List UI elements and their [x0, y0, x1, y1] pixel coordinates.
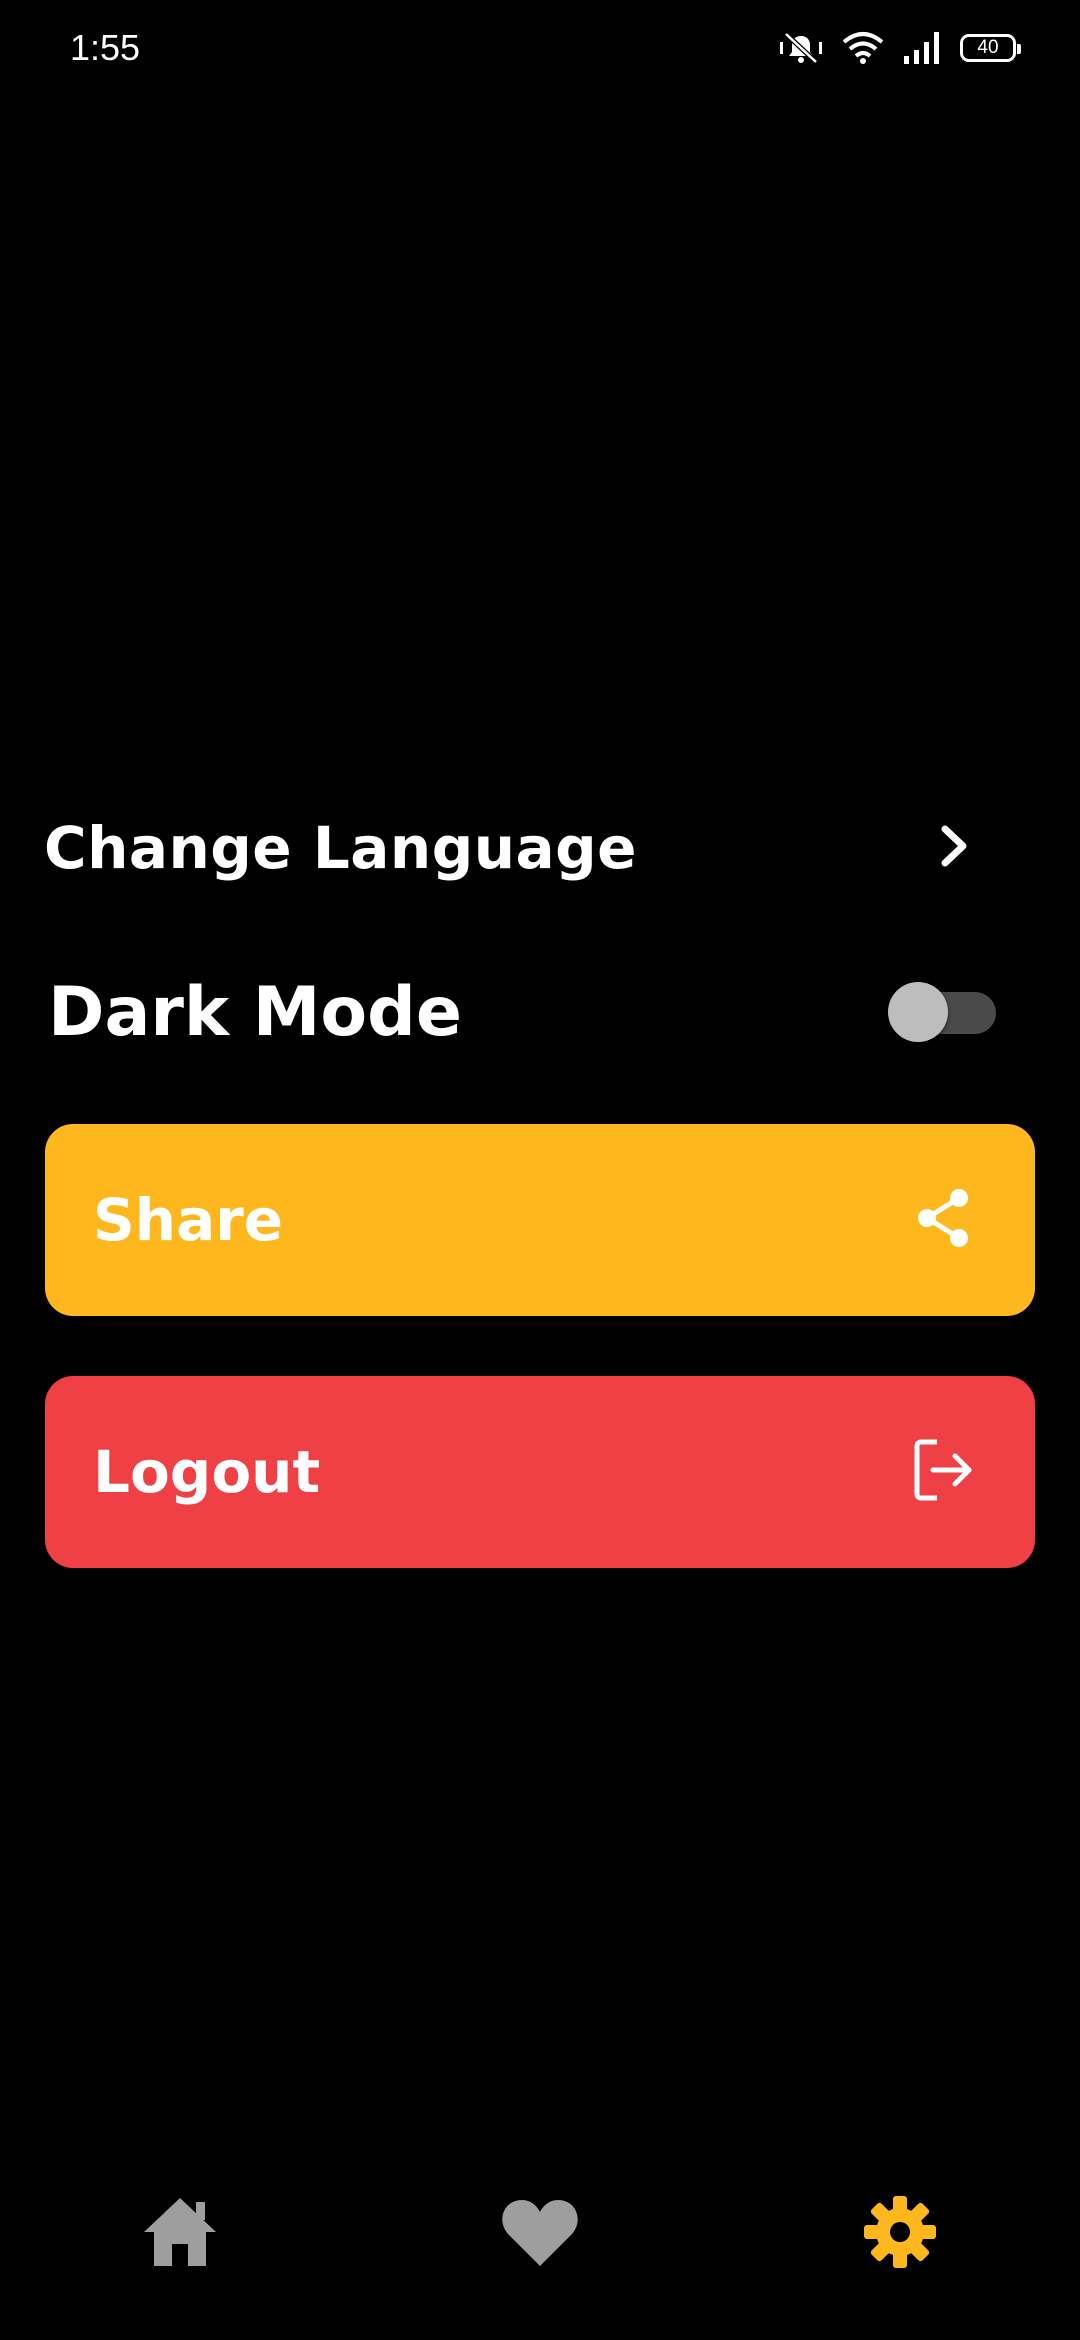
nav-settings[interactable] — [852, 2186, 948, 2282]
share-label: Share — [93, 1186, 284, 1254]
logout-icon — [907, 1434, 979, 1510]
toggle-thumb — [888, 982, 948, 1042]
gear-icon — [862, 2194, 938, 2274]
nav-favorites[interactable] — [492, 2186, 588, 2282]
vibrate-icon — [778, 30, 824, 66]
dark-mode-label: Dark Mode — [48, 972, 462, 1052]
change-language-label: Change Language — [44, 814, 638, 882]
chevron-right-icon — [928, 820, 1004, 876]
home-icon — [140, 2194, 220, 2274]
status-icons: 40 — [778, 28, 1021, 68]
share-icon — [907, 1182, 979, 1258]
bottom-nav — [0, 2168, 1080, 2288]
status-bar: 1:55 40 — [0, 0, 1080, 96]
logout-button[interactable]: Logout — [45, 1376, 1035, 1568]
status-time: 1:55 — [70, 27, 141, 68]
dark-mode-toggle[interactable] — [888, 982, 996, 1042]
heart-icon — [500, 2196, 580, 2272]
nav-home[interactable] — [132, 2186, 228, 2282]
change-language-row[interactable]: Change Language — [44, 808, 1004, 888]
dark-mode-row: Dark Mode — [48, 970, 998, 1054]
logout-label: Logout — [93, 1438, 321, 1506]
signal-icon — [902, 30, 942, 66]
battery-icon: 40 — [960, 34, 1021, 62]
share-button[interactable]: Share — [45, 1124, 1035, 1316]
wifi-icon — [842, 30, 884, 66]
